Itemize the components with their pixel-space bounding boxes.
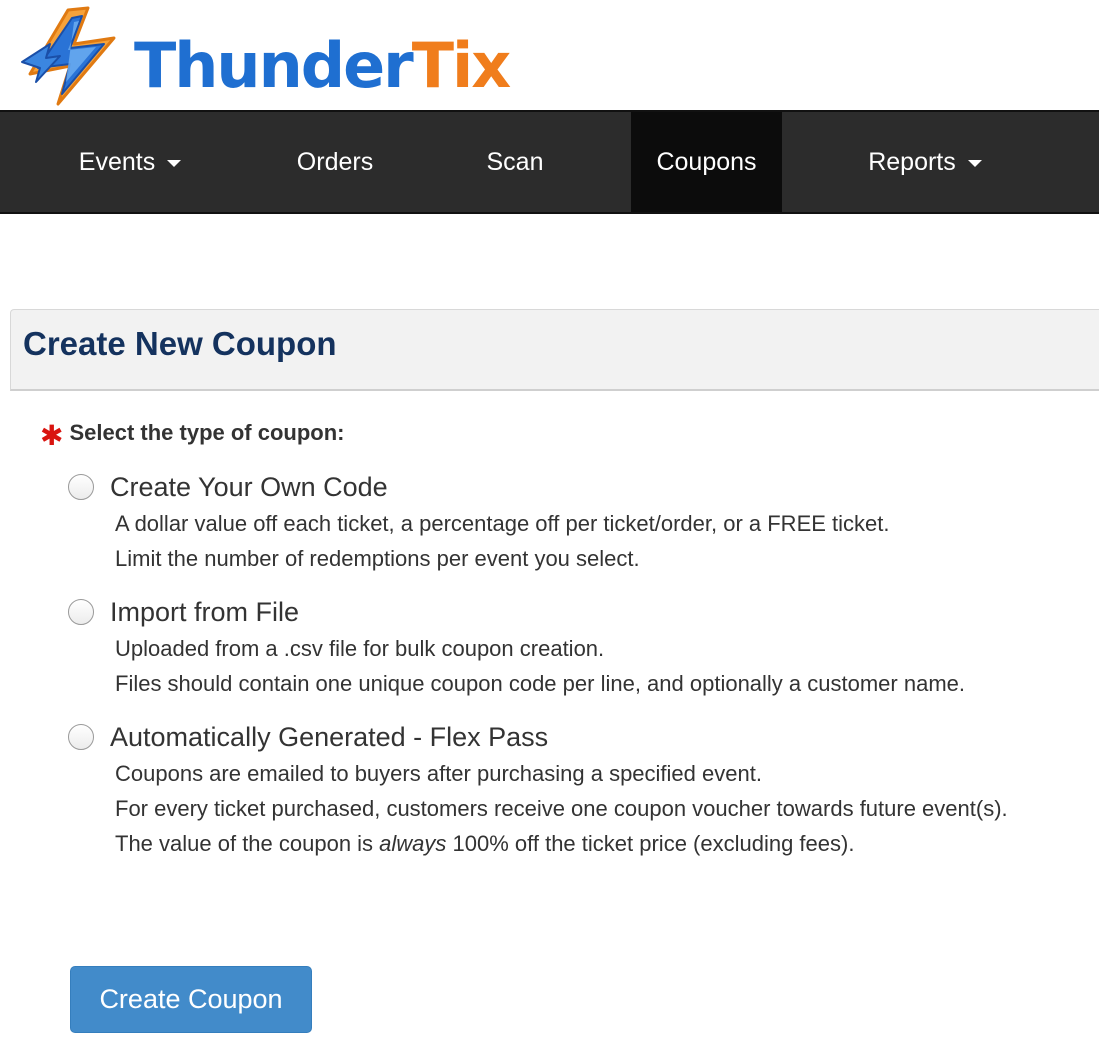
nav-item-label: Orders: [296, 147, 374, 176]
nav-item-orders[interactable]: Orders: [250, 112, 420, 212]
option-description-line: Uploaded from a .csv file for bulk coupo…: [115, 636, 605, 661]
radio-own-code[interactable]: [68, 474, 94, 500]
radio-flex-pass[interactable]: [68, 724, 94, 750]
option-description-line: Limit the number of redemptions per even…: [115, 546, 640, 571]
option-title[interactable]: Automatically Generated - Flex Pass: [110, 720, 548, 754]
nav-item-scan[interactable]: Scan: [440, 112, 590, 212]
caret-down-icon: [167, 160, 182, 167]
option-description-line: Coupons are emailed to buyers after purc…: [115, 761, 762, 786]
option-description-line: For every ticket purchased, customers re…: [115, 796, 1008, 821]
brand-wordmark-tix: Tix: [411, 29, 512, 102]
brand-wordmark[interactable]: ThunderTix: [134, 29, 512, 102]
coupon-type-label-row: ✱ Select the type of coupon:: [40, 418, 345, 451]
option-title[interactable]: Create Your Own Code: [110, 470, 388, 504]
nav-item-reports[interactable]: Reports: [830, 112, 1020, 212]
nav-item-label: Events: [78, 147, 156, 176]
nav-item-label: Scan: [486, 147, 544, 176]
nav-item-label: Coupons: [656, 147, 757, 176]
nav-item-events[interactable]: Events: [40, 112, 220, 212]
nav-item-coupons[interactable]: Coupons: [631, 112, 782, 212]
header-logo-bar: ThunderTix: [0, 0, 1099, 110]
brand-wordmark-thunder: Thunder: [134, 29, 414, 102]
coupon-type-label: Select the type of coupon:: [69, 420, 345, 445]
panel-heading: Create New Coupon: [10, 309, 1099, 391]
nav-item-label: Reports: [868, 147, 956, 176]
required-asterisk-icon: ✱: [40, 420, 64, 451]
desc-emphasis: always: [379, 831, 447, 856]
thundertix-logo-icon[interactable]: [16, 4, 128, 108]
option-description-line: Files should contain one unique coupon c…: [115, 671, 965, 696]
radio-import-file[interactable]: [68, 599, 94, 625]
main-navbar: Events Orders Scan Coupons Reports: [0, 110, 1099, 214]
caret-down-icon: [967, 160, 982, 167]
create-coupon-button[interactable]: Create Coupon: [70, 966, 312, 1033]
desc-text: 100% off the ticket price (excluding fee…: [446, 831, 855, 856]
option-description-line: The value of the coupon is always 100% o…: [115, 826, 854, 861]
page-title: Create New Coupon: [23, 325, 337, 362]
desc-text: The value of the coupon is: [115, 831, 380, 856]
option-description-line: A dollar value off each ticket, a percen…: [115, 511, 890, 536]
option-title[interactable]: Import from File: [110, 595, 299, 629]
